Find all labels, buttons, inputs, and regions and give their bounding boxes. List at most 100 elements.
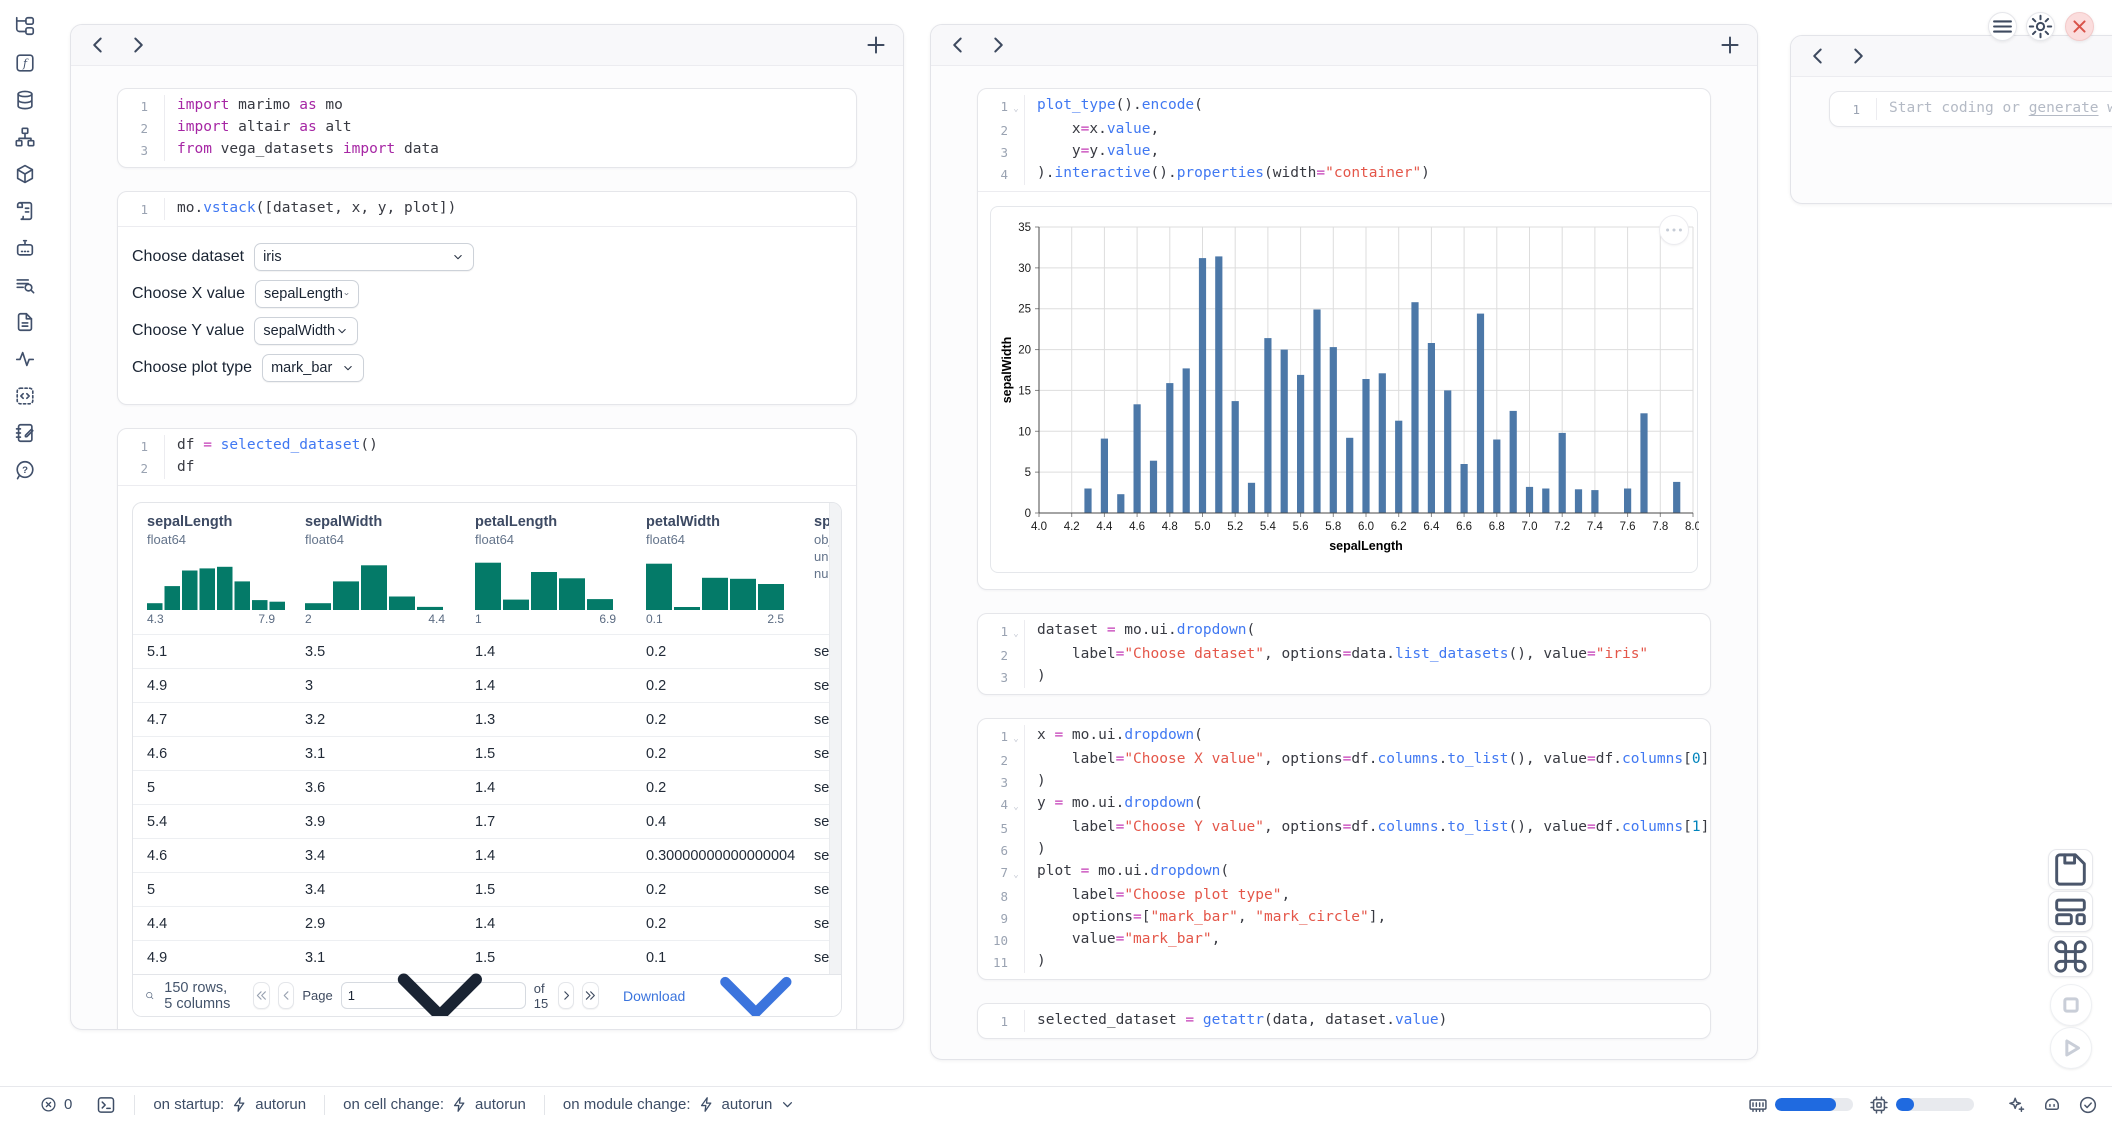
column-scroll-right-button[interactable] [985,32,1011,58]
file-explorer-icon[interactable] [13,14,37,38]
code-line: 5 label="Choose Y value", options=df.col… [978,817,1710,839]
next-page-button[interactable] [558,982,575,1009]
column-header-sepalLength[interactable]: sepalLengthfloat644.37.9 [133,503,291,634]
chevron-down-icon [341,361,355,375]
feedback-icon[interactable]: ? [13,458,37,482]
code-line: 11) [978,951,1710,973]
table-cell: 3 [291,678,461,694]
datasources-icon[interactable] [13,88,37,112]
packages-icon[interactable] [13,162,37,186]
lightning-icon [231,1096,248,1113]
last-page-button[interactable] [582,982,599,1009]
code-line: 8 label="Choose plot type", [978,885,1710,907]
svg-text:4.8: 4.8 [1162,521,1178,533]
column-header-sepalWidth[interactable]: sepalWidthfloat6424.4 [291,503,461,634]
line-number: 1 [978,95,1008,119]
cell-output: Choose datasetirisChoose X valuesepalLen… [118,226,856,404]
chevron-down-icon [689,929,823,1017]
choose-x-value-select[interactable]: sepalLength [255,280,359,308]
page-select[interactable]: 1 [341,982,526,1009]
 [1008,644,1024,666]
settings-button[interactable] [2026,12,2055,41]
add-cell-button[interactable] [1717,32,1743,58]
functions-icon[interactable]: f [13,51,37,75]
altair-bar-chart[interactable]: 051015202530354.04.24.44.64.85.05.25.45.… [999,217,1699,561]
column-scroll-left-button[interactable] [945,32,971,58]
code-line: 1selected_dataset = getattr(data, datase… [978,1010,1710,1032]
code-line: 2import altair as alt [118,117,856,139]
column-scroll-right-button[interactable] [1845,43,1871,69]
scratchpad-icon[interactable] [13,421,37,445]
code-line: 1mo.vstack([dataset, x, y, plot]) [118,198,856,220]
first-page-button[interactable] [253,982,270,1009]
run-button[interactable] [2050,1027,2092,1069]
choose-dataset-select[interactable]: iris [254,243,474,271]
choose-plot-type-select[interactable]: mark_bar [262,354,364,382]
svg-text:0: 0 [1025,508,1031,520]
save-button[interactable] [2048,849,2093,890]
on-cell-change-setting[interactable]: on cell change: autorun [337,1095,532,1114]
search-icon[interactable] [145,987,154,1004]
cpu-usage-meter [1896,1098,1974,1111]
column-scroll-left-button[interactable] [1805,43,1831,69]
 [148,95,164,117]
stop-button[interactable] [2050,984,2092,1026]
line-number: 1 [978,725,1008,749]
table-footer: 150 rows, 5 columns Page 1 of 15 [133,974,841,1016]
choose-y-value-select[interactable]: sepalWidth [254,317,358,345]
line-number: 8 [978,885,1008,907]
column-scroll-right-button[interactable] [125,32,151,58]
close-panel-button[interactable] [2065,12,2094,41]
 [1008,141,1024,163]
dependency-graph-icon[interactable] [13,125,37,149]
line-number: 4 [978,163,1008,185]
on-startup-setting[interactable]: on startup: autorun [147,1095,312,1114]
column-header-petalLength[interactable]: petalLengthfloat6416.9 [461,503,632,634]
logs-icon[interactable] [13,199,37,223]
code-editor[interactable]: 1⌄plot_type().encode(2 x=x.value,3 y=y.v… [978,89,1710,191]
documentation-icon[interactable] [13,310,37,334]
 [1008,951,1024,973]
menu-button[interactable] [1988,12,2017,41]
layout-button[interactable] [2048,891,2093,932]
ai-chat-icon[interactable] [13,236,37,260]
column-2-header [931,25,1757,66]
chart-menu-button[interactable] [1659,215,1689,245]
outline-icon[interactable] [13,273,37,297]
add-cell-button[interactable] [863,32,889,58]
table-cell: 4.7 [133,712,291,728]
on-module-change-setting[interactable]: on module change: autorun [557,1095,802,1114]
previous-page-button[interactable] [278,982,295,1009]
code-editor[interactable]: 1⌄x = mo.ui.dropdown(2 label="Choose X v… [978,719,1710,979]
table-cell: 1.5 [461,882,632,898]
table-scrollbar[interactable] [829,503,841,975]
code-editor[interactable]: 1⌄dataset = mo.ui.dropdown(2 label="Choo… [978,614,1710,694]
ai-sparkles-button[interactable] [2006,1095,2026,1115]
code-editor[interactable]: 1 Start coding or generate with [1830,92,2112,126]
terminal-button[interactable] [90,1094,122,1116]
code-editor[interactable]: 1mo.vstack([dataset, x, y, plot]) [118,192,856,226]
copilot-button[interactable] [2042,1095,2062,1115]
code-editor[interactable]: 1df = selected_dataset()2df [118,429,856,485]
download-button[interactable]: Download [617,928,829,1017]
snippets-icon[interactable] [13,384,37,408]
 [148,139,164,161]
generate-with-ai-link[interactable]: generate [2029,100,2099,116]
code-cell-dataframe: 1df = selected_dataset()2df sepalLengthf… [117,428,857,1030]
choose-plot-type-label: Choose plot type [132,359,252,377]
code-editor[interactable]: 1selected_dataset = getattr(data, datase… [978,1004,1710,1038]
cell-output: 051015202530354.04.24.44.64.85.05.25.45.… [978,191,1710,589]
column-scroll-left-button[interactable] [85,32,111,58]
table-row: 53.41.50.2setos [133,872,841,906]
svg-text:7.6: 7.6 [1620,521,1636,533]
column-header-petalWidth[interactable]: petalWidthfloat640.12.5 [632,503,800,634]
svg-text:7.8: 7.8 [1652,521,1668,533]
code-line: 2 label="Choose X value", options=df.col… [978,749,1710,771]
table-row: 53.61.40.2setos [133,770,841,804]
tracing-icon[interactable] [13,347,37,371]
errors-indicator[interactable]: 0 [34,1095,78,1114]
code-line: 1⌄plot_type().encode( [978,95,1710,119]
keyboard-shortcuts-button[interactable] [2048,936,2093,977]
connection-status-button[interactable] [2078,1095,2098,1115]
code-editor[interactable]: 1import marimo as mo2import altair as al… [118,89,856,167]
